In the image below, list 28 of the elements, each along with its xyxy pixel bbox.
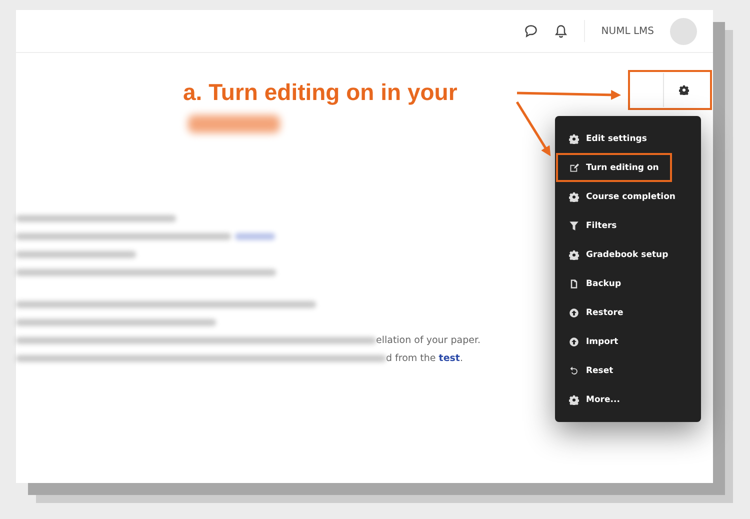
menu-item[interactable]: Gradebook setup	[555, 240, 701, 269]
paragraph-text: ellation of your paper.	[376, 334, 480, 346]
menu-item[interactable]: Restore	[555, 298, 701, 327]
paragraph-text: d from the test.	[386, 352, 464, 364]
gear-icon	[569, 192, 579, 202]
gear-icon	[569, 250, 579, 260]
chat-icon[interactable]	[524, 24, 538, 38]
settings-icon	[678, 85, 688, 95]
menu-item[interactable]: Edit settings	[555, 124, 701, 153]
menu-item[interactable]: Reset	[555, 356, 701, 385]
upload-icon	[569, 308, 579, 318]
gear-icon	[569, 134, 579, 144]
edit-icon	[569, 162, 579, 172]
menu-item[interactable]: More...	[555, 385, 701, 414]
upload-icon	[569, 336, 579, 346]
menu-item[interactable]: Import	[555, 327, 701, 356]
menu-item[interactable]: Turn editing on	[555, 153, 701, 182]
menu-item[interactable]: Filters	[555, 211, 701, 240]
undo-icon	[569, 366, 579, 376]
gear-icon	[569, 394, 579, 404]
annotation-text: a. Turn editing on in your	[183, 79, 458, 106]
file-icon	[569, 278, 579, 288]
menu-item[interactable]: Course completion	[555, 182, 701, 211]
site-name: NUML LMS	[601, 26, 654, 36]
menu-item[interactable]: Backup	[555, 269, 701, 298]
bell-icon[interactable]	[554, 24, 568, 38]
test-link[interactable]: test	[438, 352, 460, 364]
filter-icon	[569, 220, 579, 230]
